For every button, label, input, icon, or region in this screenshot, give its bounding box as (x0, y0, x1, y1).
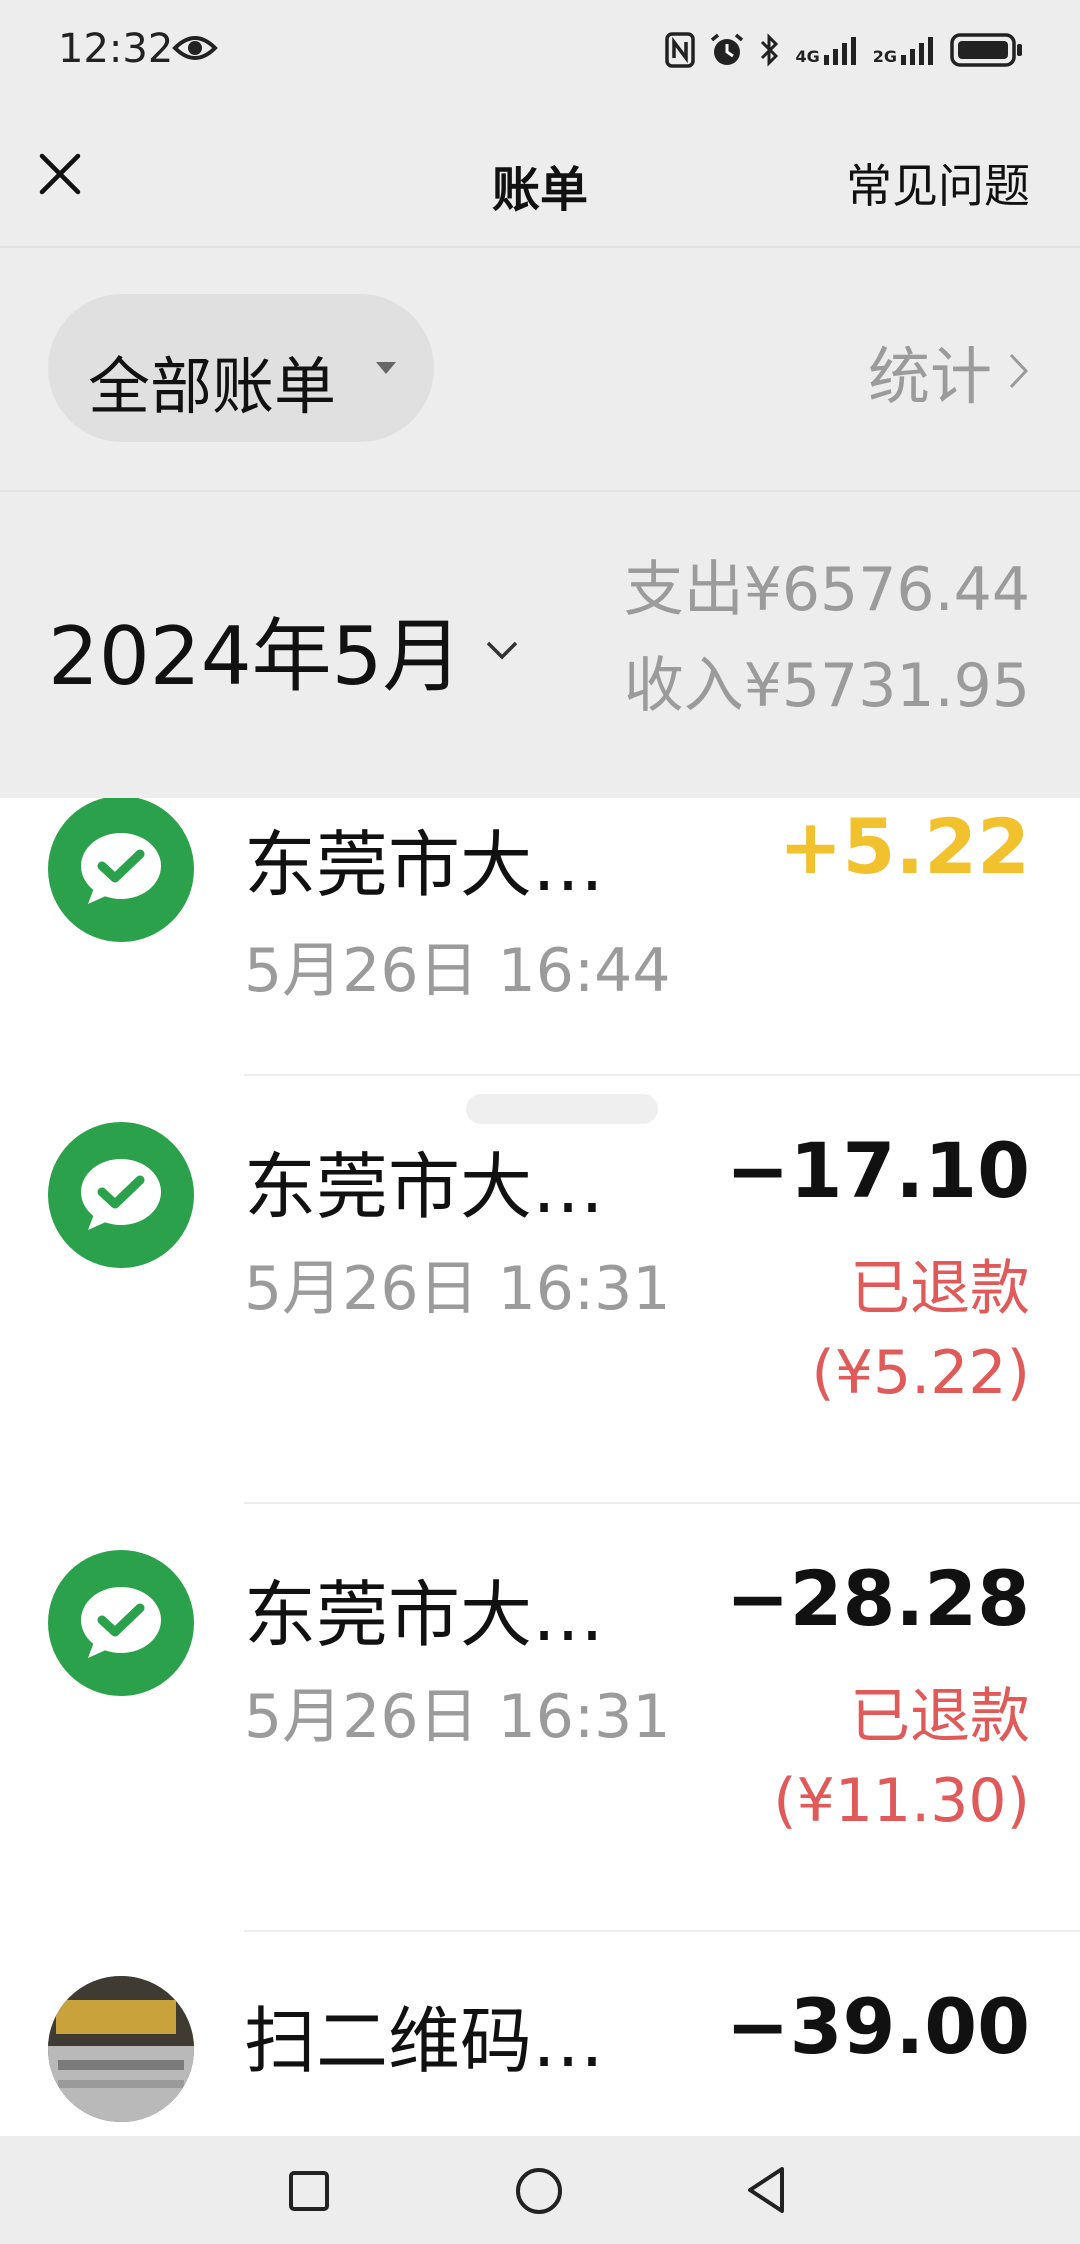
statistics-link[interactable]: 统计 (868, 326, 1030, 416)
filter-row: 全部账单 统计 (0, 248, 1080, 490)
wechat-pay-icon (48, 1550, 194, 1696)
network-label-1: 4G (795, 47, 820, 66)
transaction-title: 扫二维码… (244, 1999, 605, 2083)
nav-bar: 账单 常见问题 (0, 100, 1080, 248)
wechat-pay-icon (48, 798, 194, 942)
signal-2g: 2G (873, 35, 936, 65)
battery-icon (950, 33, 1022, 67)
back-icon[interactable] (742, 2164, 790, 2216)
alarm-icon (711, 33, 744, 65)
bill-type-filter[interactable]: 全部账单 (48, 294, 434, 442)
transaction-title: 东莞市大… (244, 1573, 605, 1657)
nfc-icon (665, 32, 696, 68)
transaction-item[interactable]: 东莞市大… 5月26日 16:31 −28.28 已退款 (¥11.30) (0, 1504, 1080, 1930)
caret-down-icon (376, 362, 396, 374)
network-label-2: 2G (872, 47, 897, 66)
watermark (466, 1094, 658, 1124)
transaction-time: 5月26日 16:44 (244, 936, 671, 1006)
transaction-item[interactable]: 扫二维码… −39.00 (0, 1932, 1080, 2136)
month-picker[interactable]: 2024年5月 (48, 592, 519, 708)
status-time: 12:32 (58, 26, 174, 72)
help-link[interactable]: 常见问题 (846, 150, 1030, 216)
transaction-amount: −28.28 (725, 1554, 1030, 1643)
transaction-time: 5月26日 16:31 (244, 1254, 671, 1324)
transaction-title: 东莞市大… (244, 1145, 605, 1229)
home-icon[interactable] (514, 2166, 564, 2216)
transaction-title: 东莞市大… (244, 823, 605, 907)
transaction-amount: −39.00 (725, 1982, 1030, 2071)
month-summary: 2024年5月 支出¥6576.44 收入¥5731.95 (0, 492, 1080, 798)
merchant-photo (48, 1976, 194, 2122)
month-totals: 支出¥6576.44 收入¥5731.95 (624, 542, 1030, 734)
chevron-down-icon (486, 641, 517, 660)
refund-amount: (¥11.30) (773, 1766, 1030, 1836)
system-nav-bar (0, 2136, 1080, 2244)
transaction-item[interactable]: 东莞市大… 5月26日 16:31 −17.10 已退款 (¥5.22) (0, 1076, 1080, 1502)
bluetooth-icon (761, 33, 779, 67)
transaction-list[interactable]: 东莞市大… 5月26日 16:44 +5.22 东莞市大… 5月26日 16:3… (0, 798, 1080, 2136)
income-total: 收入¥5731.95 (623, 651, 1030, 721)
transaction-item[interactable]: 东莞市大… 5月26日 16:44 +5.22 (0, 798, 1080, 1086)
expense-total: 支出¥6576.44 (623, 555, 1030, 625)
refund-status: 已退款 (850, 1682, 1030, 1752)
refund-status: 已退款 (850, 1254, 1030, 1324)
signal-icon-2 (901, 37, 933, 65)
statistics-label: 统计 (867, 340, 992, 413)
recent-apps-icon[interactable] (288, 2170, 330, 2212)
signal-icon (823, 37, 856, 65)
status-icons: 4G 2G (665, 30, 1024, 70)
transaction-time: 5月26日 16:31 (244, 1682, 671, 1752)
bill-type-filter-label: 全部账单 (88, 350, 337, 423)
transaction-amount: −17.10 (725, 1126, 1030, 1215)
eye-icon (172, 36, 218, 60)
wechat-pay-icon (48, 1122, 194, 1268)
status-bar: 12:32 4G 2G (0, 0, 1080, 100)
signal-4g: 4G (795, 35, 858, 65)
month-label: 2024年5月 (48, 610, 463, 703)
chevron-right-icon (1009, 353, 1029, 389)
transaction-amount: +5.22 (778, 802, 1030, 891)
refund-amount: (¥5.22) (811, 1338, 1030, 1408)
